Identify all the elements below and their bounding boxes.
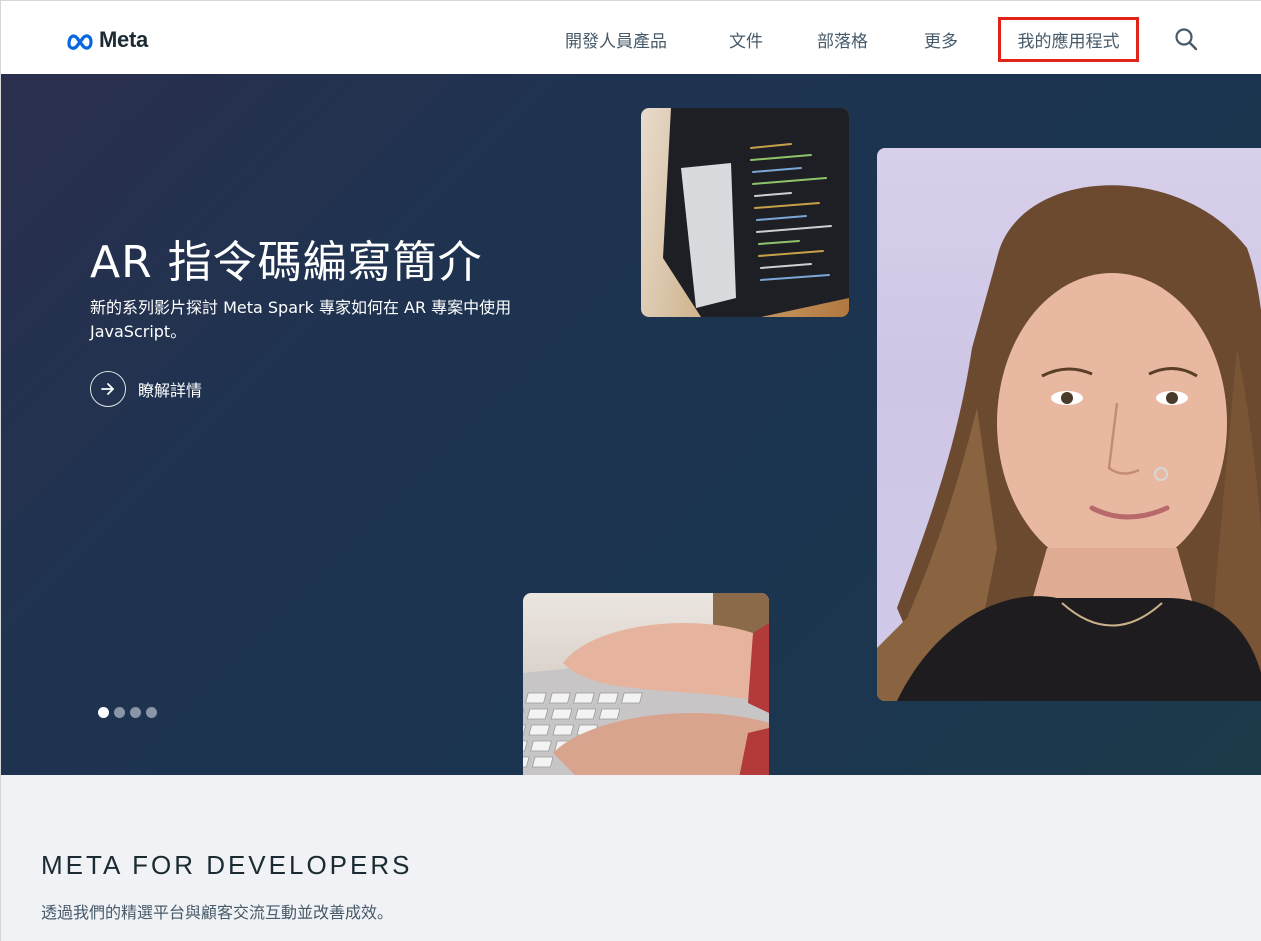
section-heading: META FOR DEVELOPERS: [41, 850, 413, 880]
arrow-right-icon: [90, 371, 126, 407]
nav-docs[interactable]: 文件: [729, 27, 763, 52]
hero-description: 新的系列影片探討 Meta Spark 專家如何在 AR 專案中使用 JavaS…: [90, 298, 512, 341]
carousel-dot-3[interactable]: [130, 707, 141, 718]
carousel-indicators: [98, 707, 157, 718]
presenter-photo: [877, 148, 1261, 701]
search-button[interactable]: [1173, 26, 1199, 52]
typing-keyboard-image: [523, 593, 769, 775]
learn-more-link[interactable]: 瞭解詳情: [90, 370, 202, 408]
carousel-dot-4[interactable]: [146, 707, 157, 718]
hero-banner: AR 指令碼編寫簡介 新的系列影片探討 Meta Spark 專家如何在 AR …: [0, 74, 1261, 775]
page-left-border: [0, 775, 1, 941]
logo-text: Meta: [99, 27, 148, 52]
learn-more-label: 瞭解詳情: [138, 381, 203, 400]
code-editor-image: [641, 108, 849, 317]
section-subtitle: 透過我們的精選平台與顧客交流互動並改善成效。: [41, 903, 394, 922]
nav-my-apps-label: 我的應用程式: [1017, 32, 1120, 52]
nav-my-apps[interactable]: 我的應用程式: [998, 17, 1139, 62]
meta-infinity-icon: [67, 34, 93, 50]
nav-developer-products[interactable]: 開發人員產品: [565, 27, 667, 52]
meta-logo[interactable]: Meta: [65, 26, 148, 54]
nav-blog[interactable]: 部落格: [817, 27, 868, 52]
carousel-dot-2[interactable]: [114, 707, 125, 718]
hero-title: AR 指令碼編寫簡介: [90, 237, 483, 288]
search-icon: [1175, 28, 1198, 51]
nav-more[interactable]: 更多: [924, 27, 958, 52]
top-navigation-bar: Meta 開發人員產品 文件 部落格 更多 我的應用程式: [0, 0, 1261, 74]
carousel-dot-1[interactable]: [98, 707, 109, 718]
